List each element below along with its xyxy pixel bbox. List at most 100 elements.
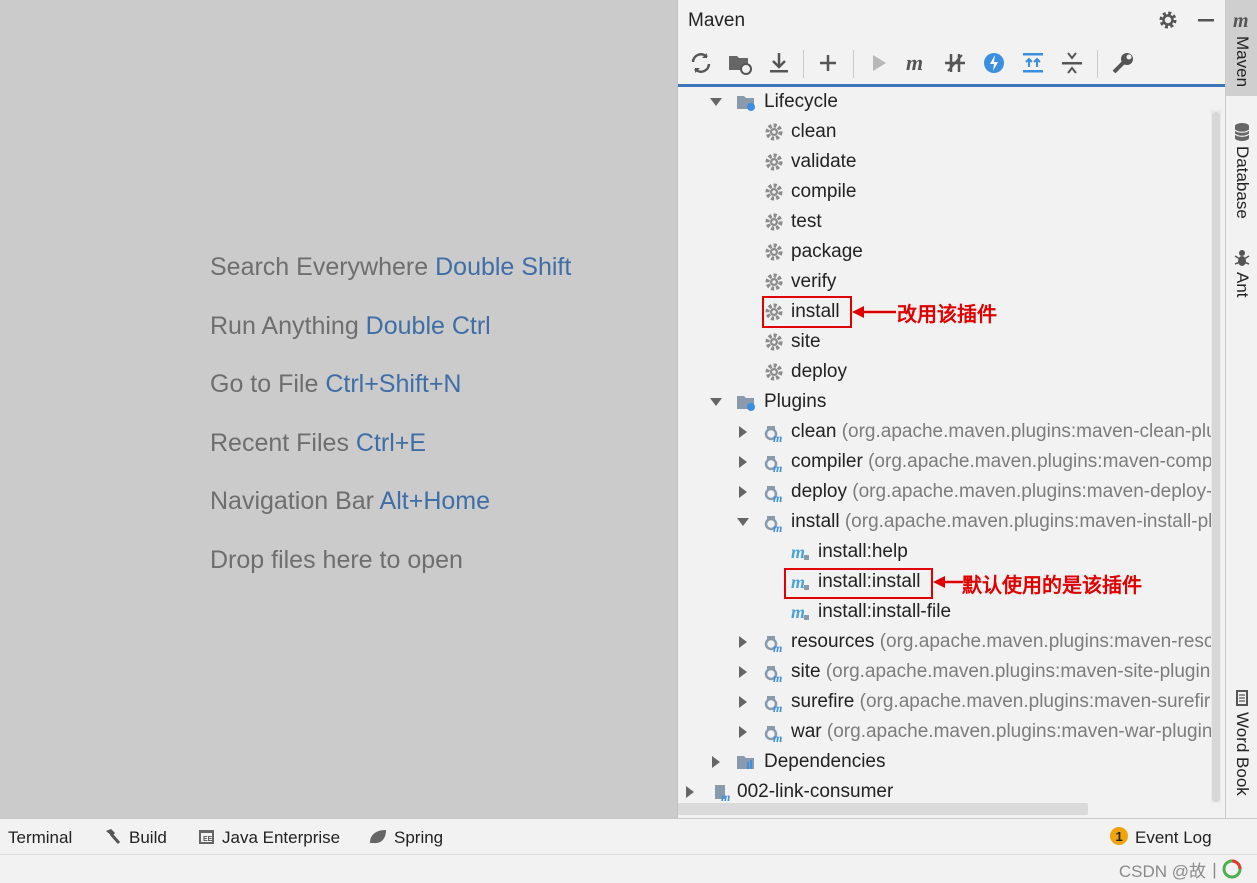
- spring-leaf-icon: [370, 830, 386, 844]
- dependencies-folder-icon: [737, 756, 754, 769]
- java-enterprise-icon: EE: [199, 830, 214, 844]
- tab-spring[interactable]: Spring: [368, 819, 443, 855]
- stripe-tab-maven[interactable]: m Maven: [1226, 0, 1257, 96]
- svg-text:m: m: [1233, 10, 1249, 32]
- plugin-icon: m: [764, 636, 782, 652]
- hint-recent-files: Recent Files Ctrl+E: [210, 428, 427, 457]
- svg-text:m: m: [773, 671, 782, 682]
- maven-toolbar: m: [678, 42, 1226, 87]
- maven-project-icon: m: [715, 785, 730, 802]
- chevron-down-icon[interactable]: [710, 396, 722, 408]
- status-logo-icon: [1222, 859, 1242, 879]
- watermark: CSDN @故丨: [1118, 862, 1223, 881]
- chevron-right-icon[interactable]: [737, 426, 749, 438]
- plugin-icon: m: [764, 666, 782, 682]
- maven-goal-icon: m: [791, 542, 809, 562]
- annotation-box-install-goal: [784, 568, 933, 599]
- bottom-tool-bar: Terminal Build EE Java Enterprise Spring …: [0, 818, 1257, 855]
- chevron-right-icon[interactable]: [737, 696, 749, 708]
- stripe-tab-database[interactable]: Database: [1226, 118, 1257, 228]
- event-count-badge: 1: [1110, 827, 1128, 845]
- stripe-tab-word-book[interactable]: Word Book: [1226, 684, 1257, 804]
- chevron-right-icon[interactable]: [737, 666, 749, 678]
- chevron-right-icon[interactable]: [737, 456, 749, 468]
- hint-run-anything: Run Anything Double Ctrl: [210, 311, 491, 340]
- hint-search-everywhere: Search Everywhere Double Shift: [210, 253, 572, 281]
- svg-text:m: m: [791, 542, 805, 562]
- run-icon[interactable]: [866, 50, 892, 76]
- stripe-tab-ant[interactable]: Ant: [1226, 244, 1257, 314]
- vertical-scrollbar[interactable]: [1211, 110, 1221, 803]
- tab-build[interactable]: Build: [103, 819, 167, 855]
- maven-project-tree: Lifecycle clean validate compile test packag…: [678, 87, 1211, 803]
- maven-goal-icon[interactable]: m: [904, 50, 930, 76]
- plugin-icon: m: [764, 426, 782, 442]
- hammer-icon: [106, 829, 121, 844]
- annotation-box-lifecycle-install: [762, 296, 852, 328]
- editor-empty-area: Search Everywhere Double Shift Run Anyth…: [0, 0, 677, 818]
- svg-text:m: m: [773, 431, 782, 442]
- chevron-right-icon[interactable]: [710, 756, 722, 768]
- minimize-icon[interactable]: [1194, 8, 1218, 32]
- horizontal-scrollbar[interactable]: [678, 803, 1088, 815]
- chevron-right-icon[interactable]: [737, 486, 749, 498]
- ant-icon: [1234, 250, 1250, 266]
- gear-icon: [765, 153, 783, 171]
- plugin-icon: m: [764, 516, 782, 532]
- status-bar: CSDN @故丨: [0, 854, 1257, 883]
- chevron-down-icon[interactable]: [710, 96, 722, 108]
- svg-text:m: m: [721, 790, 730, 802]
- svg-text:m: m: [773, 701, 782, 712]
- plugin-icon: m: [764, 456, 782, 472]
- svg-text:m: m: [791, 602, 805, 622]
- gear-icon: [765, 183, 783, 201]
- annotation-install-goal: 默认使用的是该插件: [962, 575, 1142, 597]
- skip-tests-icon[interactable]: [981, 50, 1007, 76]
- plugins-folder-icon: [737, 396, 755, 411]
- svg-text:EE: EE: [203, 836, 213, 843]
- svg-text:m: m: [773, 731, 782, 742]
- gear-icon: [765, 333, 783, 351]
- gear-icon: [765, 123, 783, 141]
- chevron-right-icon[interactable]: [684, 786, 696, 798]
- maven-goal-icon: m: [791, 602, 809, 622]
- maven-tool-window: Maven m Lifecycle clean validate compile…: [677, 0, 1226, 818]
- svg-text:m: m: [773, 641, 782, 652]
- hint-go-to-file: Go to File Ctrl+Shift+N: [210, 370, 462, 399]
- collapse-all-icon[interactable]: [1059, 50, 1085, 76]
- add-icon[interactable]: [815, 50, 841, 76]
- chevron-right-icon[interactable]: [737, 726, 749, 738]
- show-dependencies-icon[interactable]: [1020, 50, 1046, 76]
- download-icon[interactable]: [766, 50, 792, 76]
- reload-icon[interactable]: [688, 50, 714, 76]
- gear-icon[interactable]: [1156, 8, 1180, 32]
- svg-text:m: m: [773, 521, 782, 532]
- tab-event-log[interactable]: 1 Event Log: [1109, 819, 1212, 855]
- settings-wrench-icon[interactable]: [1110, 50, 1136, 76]
- svg-text:m: m: [906, 50, 923, 75]
- toggle-offline-icon[interactable]: [942, 50, 968, 76]
- annotation-arrow-icon: [933, 576, 963, 588]
- maven-icon: m: [1233, 10, 1249, 32]
- svg-text:m: m: [773, 461, 782, 472]
- maven-title: Maven: [688, 10, 746, 31]
- svg-text:m: m: [773, 491, 782, 502]
- svg-text:1: 1: [1116, 829, 1123, 844]
- hint-drop-files: Drop files here to open: [210, 545, 463, 574]
- folder-reload-icon[interactable]: [727, 50, 753, 76]
- database-icon: [1234, 123, 1250, 141]
- right-tool-stripe: m Maven Database Ant Word Book: [1225, 0, 1257, 818]
- maven-header: Maven: [678, 0, 1226, 40]
- lifecycle-folder-icon: [737, 96, 755, 111]
- gear-icon: [765, 243, 783, 261]
- annotation-lifecycle-install: 改用该插件: [897, 304, 997, 326]
- tab-java-enterprise[interactable]: EE Java Enterprise: [198, 819, 340, 855]
- gear-icon: [765, 363, 783, 381]
- annotation-arrow-icon: [852, 306, 896, 318]
- book-icon: [1236, 690, 1248, 706]
- gear-icon: [765, 273, 783, 291]
- tab-terminal[interactable]: Terminal: [8, 819, 72, 855]
- plugin-icon: m: [764, 726, 782, 742]
- chevron-right-icon[interactable]: [737, 636, 749, 648]
- chevron-down-icon[interactable]: [737, 516, 749, 528]
